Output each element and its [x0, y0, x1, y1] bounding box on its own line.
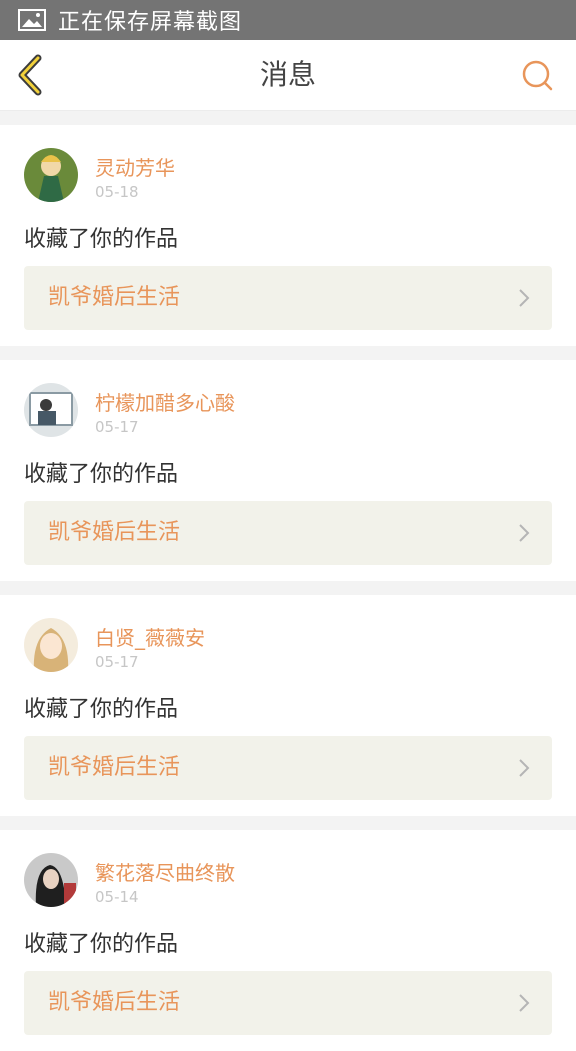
header-bar: 消息 [0, 40, 576, 111]
message-card: 柠檬加醋多心酸 05-17 收藏了你的作品 凯爷婚后生活 [0, 360, 576, 581]
status-text: 正在保存屏幕截图 [58, 10, 243, 35]
image-icon [18, 9, 46, 31]
work-link[interactable]: 凯爷婚后生活 [24, 736, 552, 800]
work-link[interactable]: 凯爷婚后生活 [24, 971, 552, 1035]
user-name[interactable]: 柠檬加醋多心酸 [95, 387, 235, 416]
work-title: 凯爷婚后生活 [48, 520, 181, 545]
avatar[interactable] [24, 618, 78, 672]
work-link[interactable]: 凯爷婚后生活 [24, 501, 552, 565]
chevron-right-icon [519, 759, 530, 777]
message-card: 灵动芳华 05-18 收藏了你的作品 凯爷婚后生活 [0, 125, 576, 346]
avatar[interactable] [24, 853, 78, 907]
avatar[interactable] [24, 383, 78, 437]
message-text: 收藏了你的作品 [24, 697, 179, 722]
user-name[interactable]: 灵动芳华 [95, 152, 175, 181]
message-text: 收藏了你的作品 [24, 462, 179, 487]
message-date: 05-18 [95, 183, 139, 201]
work-title: 凯爷婚后生活 [48, 755, 181, 780]
message-text: 收藏了你的作品 [24, 932, 179, 957]
chevron-right-icon [519, 289, 530, 307]
message-date: 05-17 [95, 418, 139, 436]
chevron-right-icon [519, 524, 530, 542]
user-name[interactable]: 白贤_薇薇安 [95, 622, 205, 651]
chevron-right-icon [519, 994, 530, 1012]
user-name[interactable]: 繁花落尽曲终散 [95, 857, 235, 886]
message-text: 收藏了你的作品 [24, 227, 179, 252]
search-icon[interactable] [520, 58, 554, 92]
message-list: 灵动芳华 05-18 收藏了你的作品 凯爷婚后生活 柠檬加醋多心酸 05-17 … [0, 111, 576, 1051]
page-title: 消息 [259, 58, 316, 91]
avatar[interactable] [24, 148, 78, 202]
message-date: 05-14 [95, 888, 139, 906]
work-title: 凯爷婚后生活 [48, 990, 181, 1015]
message-date: 05-17 [95, 653, 139, 671]
work-title: 凯爷婚后生活 [48, 285, 181, 310]
message-card: 繁花落尽曲终散 05-14 收藏了你的作品 凯爷婚后生活 [0, 830, 576, 1051]
message-card: 白贤_薇薇安 05-17 收藏了你的作品 凯爷婚后生活 [0, 595, 576, 816]
status-bar: 正在保存屏幕截图 [0, 0, 576, 40]
work-link[interactable]: 凯爷婚后生活 [24, 266, 552, 330]
